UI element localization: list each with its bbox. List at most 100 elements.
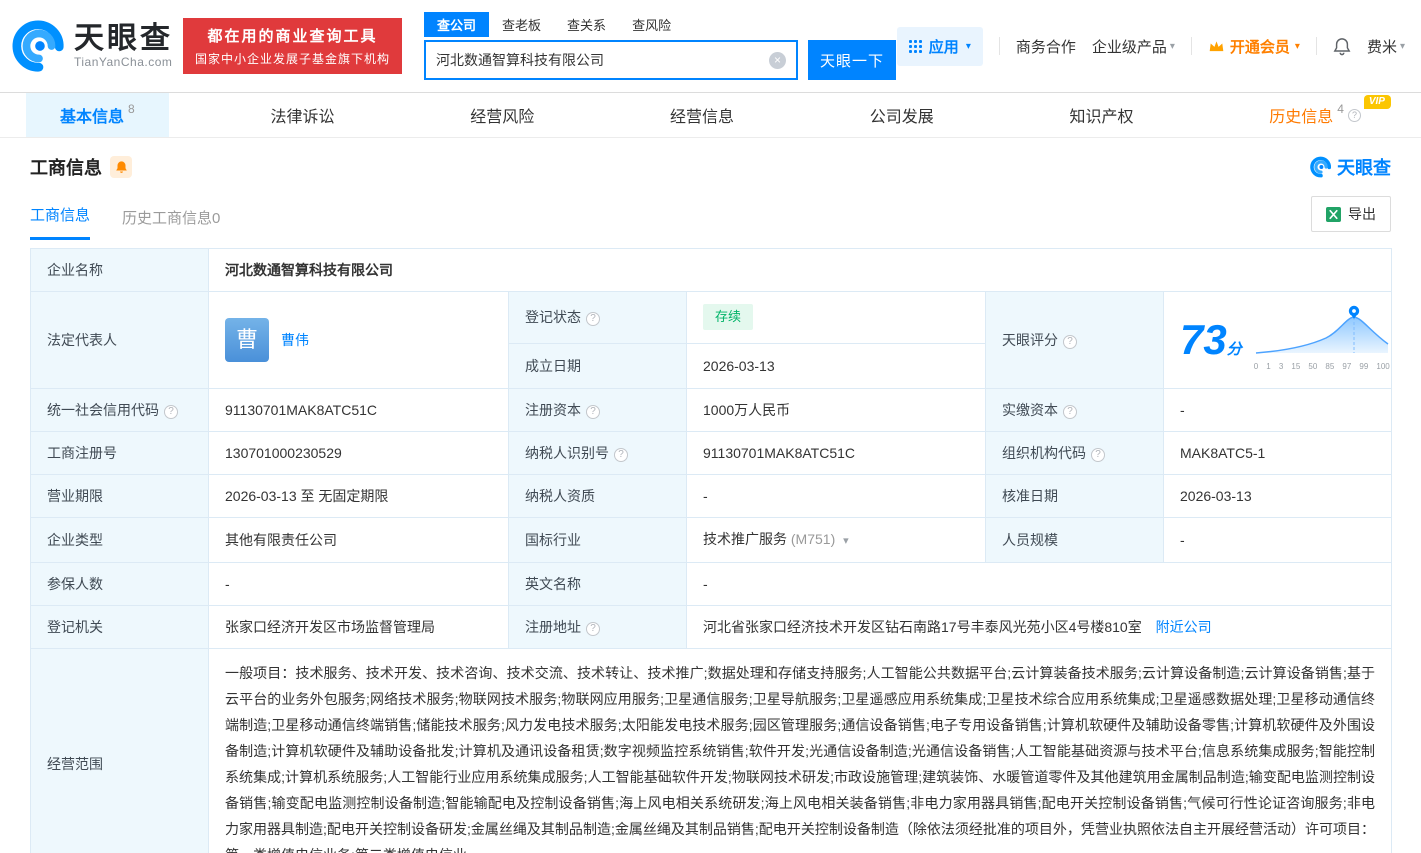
industry-code: (M751): [790, 531, 836, 547]
field-est-date-value: 2026-03-13: [686, 342, 986, 390]
brand-name: 天眼查: [74, 22, 173, 56]
help-icon[interactable]: ?: [586, 405, 600, 419]
tab-company-development-label: 公司发展: [869, 109, 934, 126]
field-insured-label: 参保人数: [30, 562, 209, 606]
search-box: ×: [424, 40, 799, 80]
field-staff-size-label: 人员规模: [985, 517, 1164, 563]
tab-operation-risk[interactable]: 经营风险: [436, 93, 568, 137]
field-reg-status-value: 存续: [686, 291, 986, 344]
enterprise-product-menu[interactable]: 企业级产品 ▾: [1092, 36, 1175, 57]
field-reg-capital-value: 1000万人民币: [686, 388, 986, 432]
search-area: 查公司 查老板 查关系 查风险 × 天眼一下: [424, 12, 897, 80]
field-taxpayer-no-label: 纳税人识别号?: [508, 431, 687, 475]
field-approve-date-label: 核准日期: [985, 474, 1164, 518]
logo-text: 天眼查 TianYanCha.com: [74, 23, 173, 69]
help-icon[interactable]: ?: [614, 448, 628, 462]
excel-icon: [1326, 206, 1341, 222]
legal-rep-avatar[interactable]: 曹: [225, 318, 269, 362]
business-cooperation-link[interactable]: 商务合作: [1016, 36, 1076, 57]
search-tab-company[interactable]: 查公司: [424, 12, 490, 37]
table-row: 企业名称 河北数通智算科技有限公司: [30, 248, 1393, 292]
nearby-companies-link[interactable]: 附近公司: [1156, 619, 1212, 635]
watermark-logo-icon: [1310, 156, 1332, 178]
field-authority-value: 张家口经济开发区市场监督管理局: [208, 605, 509, 649]
section-title: 工商信息: [30, 158, 102, 178]
apps-grid-icon: [908, 39, 922, 53]
chevron-down-icon: ▾: [1294, 40, 1300, 52]
user-menu[interactable]: 费米 ▾: [1367, 36, 1405, 57]
help-icon[interactable]: ?: [1347, 108, 1361, 122]
field-insured-value: -: [208, 562, 509, 606]
field-reg-status-label: 登记状态?: [508, 291, 687, 344]
subtab-history-business-info[interactable]: 历史工商信息0: [122, 207, 220, 240]
tab-history-info-label: 历史信息: [1269, 109, 1334, 126]
field-authority-label: 登记机关: [30, 605, 209, 649]
open-vip-menu[interactable]: 开通会员 ▾: [1208, 36, 1300, 57]
field-reg-no-value: 130701000230529: [208, 431, 509, 475]
vip-badge: VIP: [1363, 95, 1391, 109]
legal-rep-name-link[interactable]: 曹伟: [281, 330, 309, 350]
field-company-name-value: 河北数通智算科技有限公司: [207, 248, 1393, 292]
field-industry-label: 国标行业: [508, 517, 687, 563]
field-taxpayer-quality-value: -: [686, 474, 986, 518]
tab-operation-info-label: 经营信息: [669, 109, 734, 126]
table-row: 法定代表人 曹 曹伟 登记状态? 存续 天眼评分? 73分 0 1 3 15 5…: [30, 291, 1393, 389]
tab-basic-info[interactable]: 基本信息 8: [26, 93, 169, 137]
field-est-date-label: 成立日期: [508, 342, 687, 390]
top-header: 天眼查 TianYanCha.com 都在用的商业查询工具 国家中小企业发展子基…: [0, 0, 1421, 92]
divider: [1190, 37, 1192, 55]
enterprise-product-label: 企业级产品: [1091, 38, 1167, 56]
field-staff-size-value: -: [1162, 517, 1393, 563]
field-reg-no-label: 工商注册号: [30, 431, 209, 475]
tab-operation-info[interactable]: 经营信息: [636, 93, 768, 137]
field-address-label: 注册地址?: [508, 605, 687, 649]
field-reg-capital-label: 注册资本?: [508, 388, 687, 432]
divider: [1315, 37, 1317, 55]
slogan-badge: 都在用的商业查询工具 国家中小企业发展子基金旗下机构: [183, 18, 403, 74]
search-row: × 天眼一下: [424, 40, 897, 80]
search-button[interactable]: 天眼一下: [808, 40, 897, 80]
table-row: 工商注册号 130701000230529 纳税人识别号? 91130701MA…: [30, 431, 1393, 475]
section-header: 工商信息 天眼查: [0, 138, 1421, 186]
tab-history-info[interactable]: VIP 历史信息 4 ?: [1235, 93, 1395, 137]
search-tab-risk[interactable]: 查风险: [619, 12, 684, 37]
tab-legal-litigation-label: 法律诉讼: [270, 109, 335, 126]
field-term-value: 2026-03-13 至 无固定期限: [208, 474, 509, 518]
apps-menu[interactable]: 应用 ▾: [896, 26, 983, 66]
help-icon[interactable]: ?: [586, 622, 600, 636]
help-icon[interactable]: ?: [586, 312, 600, 327]
help-icon[interactable]: ?: [1063, 335, 1077, 349]
subtab-row: 工商信息 历史工商信息0 导出: [0, 186, 1421, 240]
field-score-label: 天眼评分?: [985, 291, 1164, 389]
subtab-business-info[interactable]: 工商信息: [30, 204, 91, 240]
slogan-line2: 国家中小企业发展子基金旗下机构: [195, 52, 391, 66]
help-icon[interactable]: ?: [1091, 448, 1105, 462]
monitor-bell-icon[interactable]: [110, 156, 132, 178]
field-org-code-label: 组织机构代码?: [985, 431, 1164, 475]
help-icon[interactable]: ?: [1063, 405, 1077, 419]
field-credit-code-label: 统一社会信用代码?: [30, 388, 209, 432]
field-english-name-value: -: [685, 562, 1393, 606]
table-row: 营业期限 2026-03-13 至 无固定期限 纳税人资质 - 核准日期 202…: [30, 474, 1393, 518]
crown-icon: [1209, 41, 1224, 52]
divider: [998, 37, 1000, 55]
notification-bell-icon[interactable]: [1333, 37, 1351, 56]
search-tab-boss[interactable]: 查老板: [489, 12, 554, 37]
field-legal-rep-value: 曹 曹伟: [208, 291, 509, 389]
chevron-down-icon: ▾: [1399, 40, 1405, 52]
export-button[interactable]: 导出: [1311, 196, 1391, 232]
open-vip-label: 开通会员: [1229, 38, 1290, 56]
tab-basic-info-label: 基本信息: [60, 109, 125, 126]
search-input[interactable]: [436, 52, 770, 68]
tab-company-development[interactable]: 公司发展: [836, 93, 968, 137]
help-icon[interactable]: ?: [164, 405, 178, 419]
search-tab-relation[interactable]: 查关系: [554, 12, 619, 37]
chevron-down-icon[interactable]: ▾: [843, 535, 849, 547]
clear-search-icon[interactable]: ×: [769, 51, 787, 69]
tab-legal-litigation[interactable]: 法律诉讼: [236, 93, 368, 137]
field-address-value: 河北省张家口经济技术开发区钻石南路17号丰泰风光苑小区4号楼810室 附近公司: [685, 605, 1393, 649]
score-axis: 013 15 50 85 97 99 100: [1253, 362, 1390, 371]
tab-intellectual-property[interactable]: 知识产权: [1036, 93, 1168, 137]
field-approve-date-value: 2026-03-13: [1162, 474, 1393, 518]
tianyancha-logo[interactable]: 天眼查 TianYanCha.com: [12, 19, 173, 73]
